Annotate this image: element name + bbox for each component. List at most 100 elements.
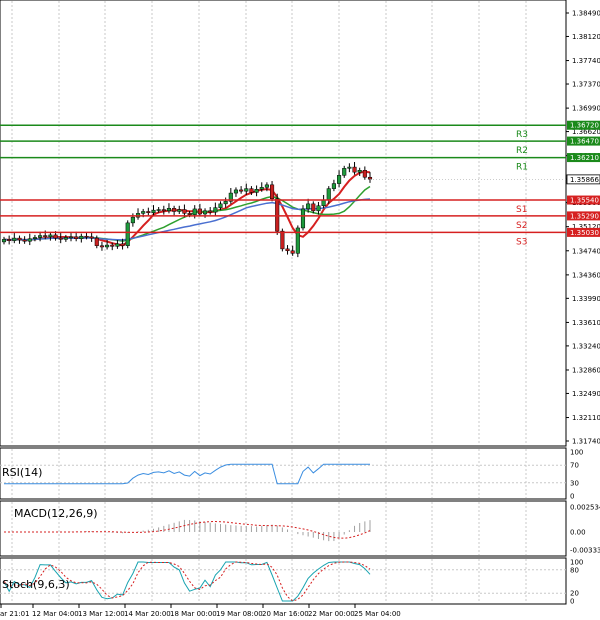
level-name-s1: S1 — [516, 205, 527, 215]
candle-body — [177, 209, 182, 212]
candle-body — [79, 235, 84, 239]
candle-body — [362, 170, 367, 178]
price-tick-label: 1.31740 — [572, 438, 600, 446]
time-axis: ar 21:01 12 Mar 04:00 13 Mar 12:00 14 Mar 2… — [0, 604, 401, 618]
candle-body — [316, 205, 321, 212]
candle-body — [275, 198, 280, 232]
candle-body — [105, 244, 110, 248]
candle-body — [280, 230, 285, 250]
rsi-tick-label: 30 — [570, 479, 579, 487]
candle-body — [146, 211, 151, 213]
level-price-r2: 1.36470 — [570, 138, 599, 146]
stoch-tick-label: 100 — [570, 559, 583, 567]
candle-body — [156, 209, 161, 211]
price-tick-label: 1.38490 — [572, 10, 600, 18]
price-tick-label: 1.37740 — [572, 57, 600, 65]
rsi-pane[interactable] — [0, 447, 567, 500]
trading-chart[interactable]: 1.384901.381201.377401.373701.369901.366… — [0, 0, 600, 620]
candle-body — [63, 237, 68, 240]
level-name-s2: S2 — [516, 221, 527, 231]
price-tick-label: 1.34360 — [572, 271, 600, 279]
time-tick-label: 25 Mar 04:00 — [354, 610, 401, 618]
price-tick-label: 1.33240 — [572, 342, 600, 350]
candle-body — [259, 187, 264, 190]
level-price-s2: 1.35290 — [570, 212, 599, 220]
price-tick-label: 1.36990 — [572, 105, 600, 113]
price-pane[interactable] — [0, 0, 567, 447]
price-tick-label: 1.32860 — [572, 366, 600, 374]
price-tick-label: 1.32490 — [572, 390, 600, 398]
candle-body — [208, 210, 213, 213]
candle-body — [290, 250, 295, 254]
stoch-label: Stoch(9,6,3) — [2, 578, 70, 591]
candle-body — [22, 239, 27, 242]
candle-body — [197, 208, 202, 215]
current-price-label: 1.35866 — [570, 176, 599, 184]
candle-body — [202, 210, 208, 215]
candle-body — [74, 236, 79, 239]
candle-body — [331, 183, 336, 189]
candle-body — [161, 209, 166, 212]
candle-body — [151, 209, 156, 213]
candle-body — [306, 203, 311, 210]
candle-body — [300, 208, 306, 229]
candle-body — [239, 189, 244, 192]
candle-body — [141, 211, 146, 214]
candle-body — [311, 203, 316, 212]
candle-body — [27, 238, 32, 242]
level-price-r1: 1.36210 — [570, 154, 599, 162]
candle-body — [120, 243, 125, 246]
candle-body — [326, 188, 331, 201]
stoch-pane[interactable] — [0, 557, 567, 605]
macd-label: MACD(12,26,9) — [14, 507, 98, 520]
macd-tick-label: 0.00 — [570, 529, 586, 537]
candle-body — [53, 234, 58, 239]
rsi-label: RSI(14) — [2, 466, 42, 479]
time-tick-label: 12 Mar 04:00 — [32, 610, 79, 618]
rsi-tick-label: 0 — [570, 493, 574, 501]
price-axis: 1.384901.381201.377401.373701.369901.366… — [566, 10, 600, 446]
candle-body — [125, 222, 130, 246]
time-tick-label: 19 Mar 08:00 — [216, 610, 263, 618]
candle-body — [89, 236, 94, 239]
candle-body — [233, 189, 239, 194]
candle-body — [254, 189, 259, 193]
stoch-tick-label: 20 — [570, 590, 579, 598]
stoch-tick-label: 0 — [570, 598, 574, 606]
rsi-tick-label: 70 — [570, 462, 579, 470]
candle-body — [130, 216, 135, 224]
time-tick-label: ar 21:01 — [0, 610, 30, 618]
time-tick-label: 18 Mar 00:00 — [170, 610, 217, 618]
candle-body — [7, 239, 12, 241]
level-name-r2: R2 — [516, 146, 528, 156]
candle-body — [38, 235, 43, 238]
candle-body — [270, 184, 275, 200]
time-tick-label: 22 Mar 00:00 — [308, 610, 355, 618]
level-name-r3: R3 — [516, 130, 528, 140]
candle-body — [367, 176, 373, 180]
level-price-s3: 1.35030 — [570, 229, 599, 237]
candle-body — [337, 175, 342, 184]
candle-body — [352, 166, 357, 173]
candle-body — [110, 244, 115, 247]
candle-body — [342, 168, 347, 176]
macd-tick-label: -0.003339 — [570, 547, 600, 555]
level-price-r3: 1.36720 — [570, 122, 599, 130]
candle-body — [48, 234, 53, 238]
time-tick-label: 14 Mar 20:00 — [124, 610, 171, 618]
price-tick-label: 1.33610 — [572, 319, 600, 327]
candle-body — [43, 235, 48, 238]
candle-body — [213, 207, 218, 213]
level-name-r1: R1 — [516, 163, 528, 173]
candle-body — [192, 208, 197, 215]
candle-body — [84, 235, 89, 238]
level-name-s3: S3 — [516, 237, 527, 247]
candle-body — [115, 243, 120, 247]
price-tick-label: 1.34740 — [572, 247, 600, 255]
candle-body — [249, 188, 254, 193]
candle-body — [285, 248, 290, 252]
candle-body — [12, 237, 17, 241]
macd-tick-label: 0.002534 — [570, 504, 600, 512]
candle-body — [223, 201, 228, 205]
price-tick-label: 1.33990 — [572, 295, 600, 303]
